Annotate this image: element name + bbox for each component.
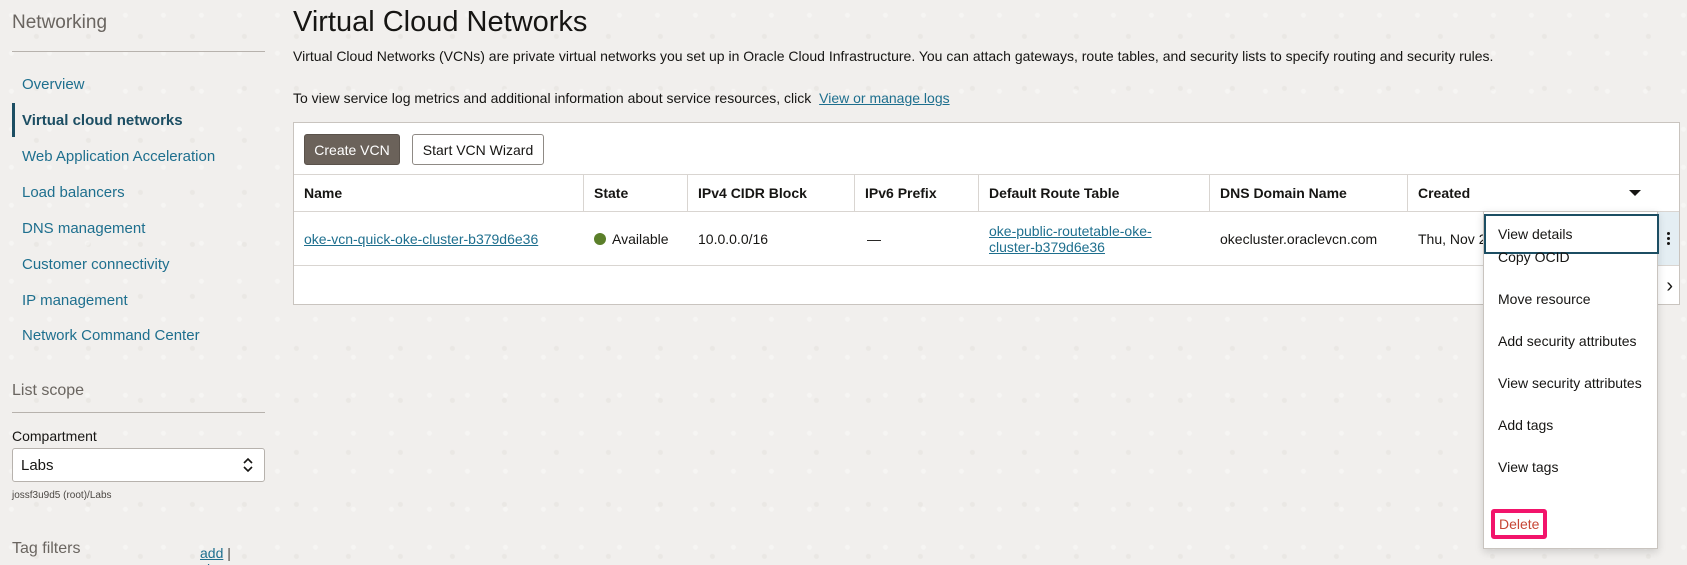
list-scope-heading: List scope <box>12 382 85 399</box>
column-header-state[interactable]: State <box>584 175 688 211</box>
logs-text: To view service log metrics and addition… <box>293 90 812 106</box>
sidebar-item-load-balancers[interactable]: Load balancers <box>12 175 265 209</box>
sidebar-item-web-application-acceleration[interactable]: Web Application Acceleration <box>12 139 265 173</box>
compartment-select-value: Labs <box>21 456 54 474</box>
vcn-table-panel: Create VCN Start VCN Wizard Name State I… <box>293 122 1680 305</box>
page-title: Virtual Cloud Networks <box>293 6 588 38</box>
menu-item-copy-ocid[interactable]: Copy OCID <box>1498 249 1570 265</box>
menu-item-add-security-attributes[interactable]: Add security attributes <box>1498 333 1637 349</box>
sidebar-item-overview[interactable]: Overview <box>12 67 265 101</box>
next-page-icon[interactable]: › <box>1666 275 1673 298</box>
view-manage-logs-link[interactable]: View or manage logs <box>819 90 949 106</box>
sidebar-item-network-command-center[interactable]: Network Command Center <box>12 318 265 352</box>
page-description: Virtual Cloud Networks (VCNs) are privat… <box>293 48 1494 64</box>
cell-state: Available <box>584 212 688 265</box>
sidebar-item-ip-management[interactable]: IP management <box>12 283 265 317</box>
list-scope-divider <box>12 412 265 413</box>
create-vcn-button[interactable]: Create VCN <box>304 134 400 165</box>
menu-item-view-tags[interactable]: View tags <box>1498 459 1558 475</box>
cell-ipv6: — <box>867 230 881 247</box>
status-available-icon <box>594 232 606 245</box>
menu-item-view-details[interactable]: View details <box>1484 214 1659 254</box>
column-header-created-label: Created <box>1418 185 1471 201</box>
route-table-link[interactable]: oke-public-routetable-oke-cluster-b379d6… <box>989 223 1179 255</box>
sort-caret-icon[interactable] <box>1629 190 1641 196</box>
start-vcn-wizard-button[interactable]: Start VCN Wizard <box>412 134 544 165</box>
compartment-select[interactable]: Labs <box>12 448 265 482</box>
sidebar-title: Networking <box>12 12 108 33</box>
row-actions-kebab-icon[interactable] <box>1657 212 1679 265</box>
column-header-route-table[interactable]: Default Route Table <box>979 175 1210 211</box>
tag-link-separator: | <box>227 545 231 561</box>
tag-filters-heading: Tag filters <box>12 540 81 557</box>
table-header: Name State IPv4 CIDR Block IPv6 Prefix D… <box>294 174 1679 212</box>
sidebar-divider <box>12 51 265 52</box>
compartment-label: Compartment <box>12 428 97 444</box>
column-header-dns[interactable]: DNS Domain Name <box>1210 175 1408 211</box>
sidebar-item-dns-management[interactable]: DNS management <box>12 211 265 245</box>
vcn-name-link[interactable]: oke-vcn-quick-oke-cluster-b379d6e36 <box>304 231 538 247</box>
tag-clear-link[interactable]: clear <box>200 561 230 565</box>
column-header-ipv4[interactable]: IPv4 CIDR Block <box>688 175 855 211</box>
menu-item-view-security-attributes[interactable]: View security attributes <box>1498 375 1642 391</box>
column-header-ipv6[interactable]: IPv6 Prefix <box>855 175 979 211</box>
column-header-created[interactable]: Created <box>1408 175 1679 211</box>
tag-filter-actions: add | clear <box>200 545 265 565</box>
table-row: oke-vcn-quick-oke-cluster-b379d6e36 Avai… <box>294 212 1679 266</box>
sidebar-item-virtual-cloud-networks[interactable]: Virtual cloud networks <box>12 103 265 137</box>
compartment-path: jossf3u9d5 (root)/Labs <box>12 490 112 501</box>
logs-line: To view service log metrics and addition… <box>293 90 950 106</box>
sidebar: Networking Overview Virtual cloud networ… <box>12 0 265 565</box>
menu-item-move-resource[interactable]: Move resource <box>1498 291 1591 307</box>
cell-dns: okecluster.oraclevcn.com <box>1220 230 1378 247</box>
sidebar-item-customer-connectivity[interactable]: Customer connectivity <box>12 247 265 281</box>
select-chevrons-icon <box>243 457 253 473</box>
menu-item-add-tags[interactable]: Add tags <box>1498 417 1553 433</box>
row-actions-menu: View details Copy OCID Move resource Add… <box>1483 211 1659 549</box>
column-header-name[interactable]: Name <box>294 175 584 211</box>
cell-ipv4: 10.0.0.0/16 <box>698 230 769 247</box>
menu-item-delete[interactable]: Delete <box>1491 509 1548 539</box>
state-value: Available <box>612 230 669 247</box>
cell-route-table: oke-public-routetable-oke-cluster-b379d6… <box>979 212 1179 265</box>
cell-name: oke-vcn-quick-oke-cluster-b379d6e36 <box>294 212 584 265</box>
tag-add-link[interactable]: add <box>200 545 223 561</box>
